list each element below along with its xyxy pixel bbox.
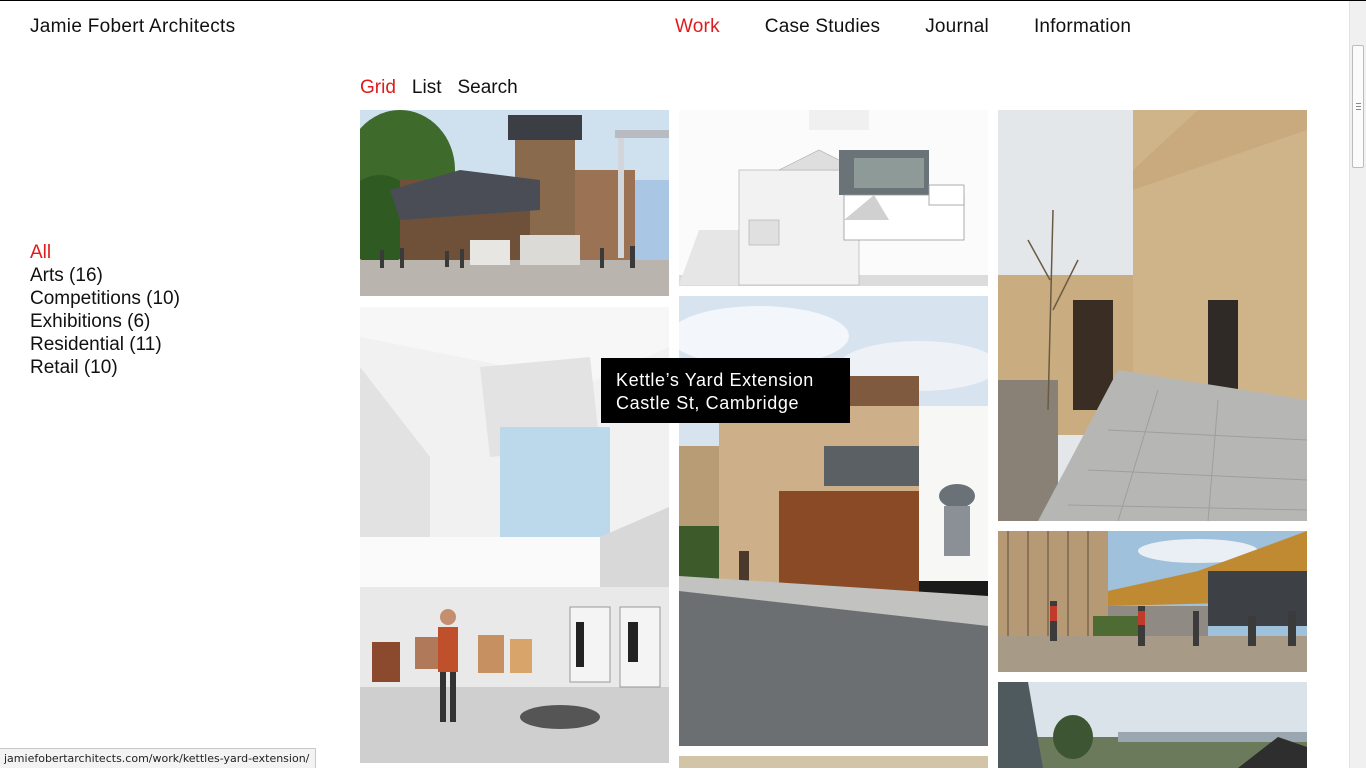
browser-status-bar: jamiefobertarchitects.com/work/kettles-y… <box>0 748 317 768</box>
project-hover-tooltip: Kettle’s Yard Extension Castle St, Cambr… <box>601 358 850 423</box>
filter-retail[interactable]: Retail (10) <box>30 356 180 379</box>
tab-list[interactable]: List <box>412 77 442 99</box>
nav-work[interactable]: Work <box>675 16 720 38</box>
tab-search[interactable]: Search <box>457 77 517 99</box>
window-top-border <box>0 0 1366 1</box>
tab-grid[interactable]: Grid <box>360 77 396 99</box>
project-thumbnail-thatched-courtyard[interactable] <box>998 531 1307 672</box>
project-thumbnail-brick-tower[interactable] <box>360 110 669 296</box>
project-thumbnail-landscape-view[interactable] <box>998 682 1307 768</box>
project-thumbnail-brick-courtyard[interactable] <box>998 110 1307 521</box>
vertical-scrollbar[interactable] <box>1349 1 1366 768</box>
category-filter-list: All Arts (16) Competitions (10) Exhibiti… <box>30 241 180 379</box>
scrollbar-thumb[interactable] <box>1352 45 1364 168</box>
nav-journal[interactable]: Journal <box>925 16 989 38</box>
filter-competitions[interactable]: Competitions (10) <box>30 287 180 310</box>
tooltip-project-title: Kettle’s Yard Extension <box>616 370 814 390</box>
site-logo-link[interactable]: Jamie Fobert Architects <box>30 16 235 38</box>
filter-arts[interactable]: Arts (16) <box>30 264 180 287</box>
filter-all[interactable]: All <box>30 241 180 264</box>
tooltip-project-location: Castle St, Cambridge <box>616 393 800 413</box>
filter-residential[interactable]: Residential (11) <box>30 333 180 356</box>
nav-information[interactable]: Information <box>1034 16 1131 38</box>
project-thumbnail-partial-bottom[interactable] <box>679 756 988 768</box>
nav-case-studies[interactable]: Case Studies <box>765 16 880 38</box>
filter-exhibitions[interactable]: Exhibitions (6) <box>30 310 180 333</box>
view-mode-tabs: Grid List Search <box>360 77 518 99</box>
main-nav: Work Case Studies Journal Information <box>675 16 1131 38</box>
project-thumbnail-elevation-drawing[interactable] <box>679 110 988 286</box>
